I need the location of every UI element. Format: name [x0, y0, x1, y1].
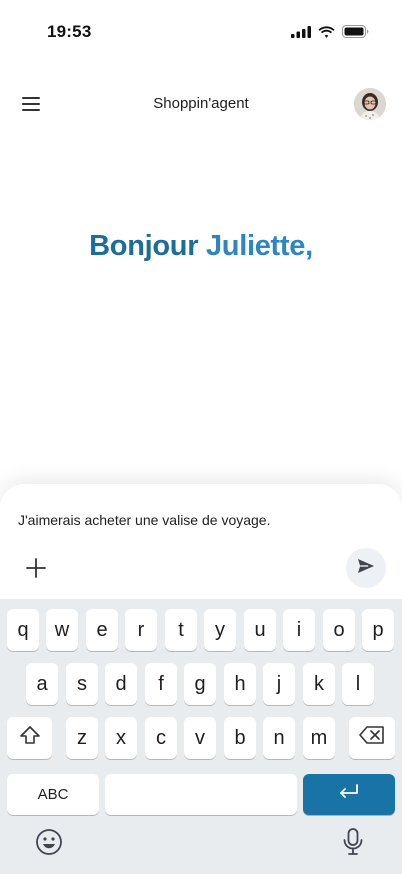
emoji-icon[interactable] — [35, 828, 63, 861]
app-header: Shoppin'agent — [0, 80, 402, 128]
key-k[interactable]: k — [303, 663, 335, 705]
key-o[interactable]: o — [323, 609, 355, 651]
key-a[interactable]: a — [26, 663, 58, 705]
plus-icon[interactable] — [24, 556, 48, 580]
key-p[interactable]: p — [362, 609, 394, 651]
send-button[interactable] — [346, 548, 386, 588]
return-icon — [338, 783, 360, 806]
status-icons — [291, 25, 370, 43]
key-x[interactable]: x — [105, 717, 137, 759]
virtual-keyboard: q w e r t y u i o p a s d f g h j k l z … — [0, 599, 402, 874]
microphone-icon[interactable] — [342, 827, 364, 862]
key-j[interactable]: j — [263, 663, 295, 705]
key-y[interactable]: y — [204, 609, 236, 651]
wifi-icon — [318, 25, 335, 43]
shift-icon — [19, 725, 41, 751]
status-bar: 19:53 — [0, 0, 402, 62]
status-time: 19:53 — [47, 22, 92, 41]
key-u[interactable]: u — [244, 609, 276, 651]
key-w[interactable]: w — [46, 609, 78, 651]
key-d[interactable]: d — [105, 663, 137, 705]
backspace-key[interactable] — [349, 717, 395, 759]
key-z[interactable]: z — [66, 717, 98, 759]
key-i[interactable]: i — [283, 609, 315, 651]
message-composer: J'aimerais acheter une valise de voyage. — [0, 484, 402, 599]
key-m[interactable]: m — [303, 717, 335, 759]
key-l[interactable]: l — [342, 663, 374, 705]
user-avatar[interactable] — [354, 88, 386, 120]
key-h[interactable]: h — [224, 663, 256, 705]
backspace-icon — [359, 726, 385, 750]
key-c[interactable]: c — [145, 717, 177, 759]
battery-icon — [342, 25, 370, 43]
send-icon — [356, 556, 376, 581]
key-s[interactable]: s — [66, 663, 98, 705]
key-v[interactable]: v — [184, 717, 216, 759]
key-g[interactable]: g — [184, 663, 216, 705]
key-q[interactable]: q — [7, 609, 39, 651]
key-t[interactable]: t — [165, 609, 197, 651]
message-input[interactable]: J'aimerais acheter une valise de voyage. — [18, 512, 384, 528]
space-key[interactable] — [105, 774, 297, 815]
return-key[interactable] — [303, 774, 395, 815]
key-f[interactable]: f — [145, 663, 177, 705]
key-n[interactable]: n — [263, 717, 295, 759]
greeting-hello: Bonjour — [89, 230, 199, 262]
key-b[interactable]: b — [224, 717, 256, 759]
abc-key[interactable]: ABC — [7, 774, 99, 815]
greeting-heading: Bonjour Juliette, — [0, 230, 402, 263]
key-e[interactable]: e — [86, 609, 118, 651]
greeting-name: Juliette, — [205, 230, 313, 262]
signal-icon — [291, 25, 311, 43]
app-title: Shoppin'agent — [153, 95, 249, 112]
key-r[interactable]: r — [125, 609, 157, 651]
shift-key[interactable] — [7, 717, 52, 759]
